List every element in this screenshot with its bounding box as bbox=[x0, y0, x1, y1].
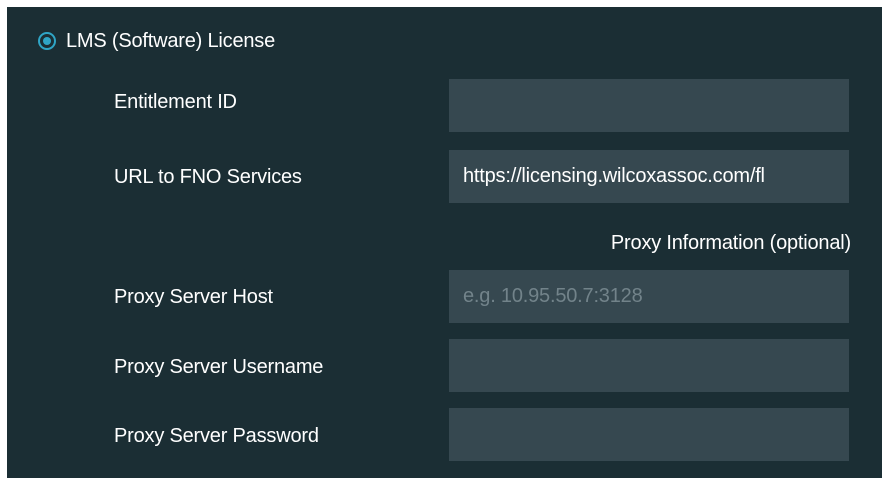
lms-license-radio-option[interactable]: LMS (Software) License bbox=[38, 28, 275, 54]
fno-url-label: URL to FNO Services bbox=[114, 166, 302, 188]
proxy-host-input[interactable] bbox=[449, 270, 849, 323]
lms-license-label: LMS (Software) License bbox=[66, 29, 276, 52]
radio-selected-icon[interactable] bbox=[38, 32, 56, 50]
proxy-username-input[interactable] bbox=[449, 339, 849, 392]
proxy-username-label: Proxy Server Username bbox=[114, 356, 324, 378]
fno-url-input[interactable] bbox=[449, 150, 849, 203]
proxy-information-heading: Proxy Information (optional) bbox=[610, 232, 851, 254]
proxy-password-input[interactable] bbox=[449, 408, 849, 461]
entitlement-id-label: Entitlement ID bbox=[114, 91, 237, 113]
radio-dot-icon bbox=[43, 37, 51, 45]
proxy-password-label: Proxy Server Password bbox=[114, 425, 319, 447]
proxy-host-label: Proxy Server Host bbox=[114, 286, 273, 308]
entitlement-id-input[interactable] bbox=[449, 79, 849, 132]
